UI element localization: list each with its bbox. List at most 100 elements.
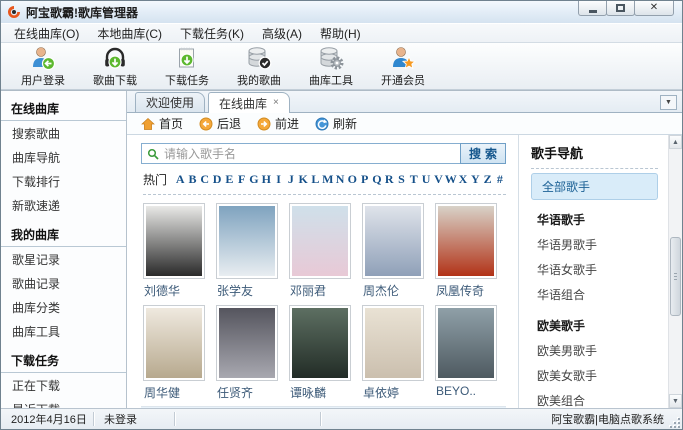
tab-list-dropdown-button[interactable]: ▼	[660, 95, 677, 110]
scrollbar-track[interactable]	[669, 149, 682, 394]
letter-filter[interactable]: Y	[469, 172, 481, 187]
letter-filter[interactable]: B	[186, 172, 198, 187]
library-tools-button[interactable]: 曲库工具	[295, 44, 367, 88]
artist-nav-item[interactable]: 欧美男歌手	[531, 339, 658, 362]
hot-filter[interactable]: 热门	[143, 171, 167, 188]
singer-photo[interactable]	[362, 305, 424, 381]
letter-filter[interactable]: X	[457, 172, 469, 187]
letter-filter[interactable]: N	[334, 172, 346, 187]
singer-name[interactable]: 卓依婷	[363, 384, 399, 401]
artist-nav-item[interactable]: 欧美歌手	[531, 314, 658, 337]
singer-name[interactable]: 凤凰传奇	[436, 282, 484, 299]
singer-photo[interactable]	[362, 203, 424, 279]
singer-card[interactable]: 谭咏麟	[287, 303, 360, 405]
artist-nav-item[interactable]: 欧美组合	[531, 389, 658, 408]
song-download-button[interactable]: 歌曲下载	[79, 44, 151, 88]
letter-filter[interactable]: P	[358, 172, 370, 187]
singer-card[interactable]: 刘德华	[141, 201, 214, 303]
scrollbar-thumb[interactable]	[670, 237, 681, 315]
letter-filter[interactable]: V	[432, 172, 444, 187]
singer-name[interactable]: 周华健	[144, 384, 180, 401]
artist-nav-item[interactable]: 华语组合	[531, 283, 658, 306]
letter-filter[interactable]: W	[445, 172, 457, 187]
letter-filter[interactable]: Z	[481, 172, 493, 187]
singer-card[interactable]: 周杰伦	[360, 201, 433, 303]
resize-grip[interactable]	[668, 416, 680, 428]
sidebar-item[interactable]: 搜索歌曲	[1, 121, 126, 145]
singer-card[interactable]: 卓依婷	[360, 303, 433, 405]
letter-filter[interactable]: H	[260, 172, 272, 187]
singer-photo[interactable]	[289, 305, 351, 381]
sidebar-item[interactable]: 歌曲记录	[1, 271, 126, 295]
singer-card[interactable]: 凤凰传奇	[433, 201, 506, 303]
singer-photo[interactable]	[435, 305, 497, 381]
refresh-button[interactable]: 刷新	[311, 113, 365, 134]
singer-card[interactable]: 邓丽君	[287, 201, 360, 303]
sidebar-item[interactable]: 曲库导航	[1, 145, 126, 169]
letter-filter[interactable]: O	[346, 172, 358, 187]
singer-photo[interactable]	[435, 203, 497, 279]
letter-filter[interactable]: S	[395, 172, 407, 187]
singer-photo[interactable]	[216, 305, 278, 381]
letter-filter[interactable]: F	[236, 172, 248, 187]
forward-button[interactable]: 前进	[253, 113, 307, 134]
letter-filter[interactable]: E	[223, 172, 235, 187]
tab-close-icon[interactable]: ×	[273, 98, 279, 108]
letter-filter[interactable]: T	[408, 172, 420, 187]
singer-card[interactable]: 任贤齐	[214, 303, 287, 405]
back-button[interactable]: 后退	[195, 113, 249, 134]
artist-nav-item[interactable]: 华语女歌手	[531, 258, 658, 281]
search-input[interactable]	[164, 147, 455, 161]
sidebar-item[interactable]: 下载排行	[1, 169, 126, 193]
letter-filter[interactable]: J	[285, 172, 297, 187]
letter-filter[interactable]: G	[248, 172, 260, 187]
singer-card[interactable]: 周华健	[141, 303, 214, 405]
sidebar-item[interactable]: 新歌速递	[1, 193, 126, 217]
my-songs-button[interactable]: 我的歌曲	[223, 44, 295, 88]
singer-photo[interactable]	[216, 203, 278, 279]
letter-filter[interactable]: M	[322, 172, 334, 187]
sidebar-item[interactable]: 曲库工具	[1, 319, 126, 343]
tab-welcome[interactable]: 欢迎使用	[135, 92, 205, 112]
scroll-up-icon[interactable]: ▲	[669, 135, 682, 149]
singer-name[interactable]: 谭咏麟	[290, 384, 326, 401]
minimize-button[interactable]	[578, 1, 607, 16]
menu-item[interactable]: 高级(A)	[253, 23, 311, 44]
tab-online-library[interactable]: 在线曲库 ×	[208, 92, 290, 113]
maximize-button[interactable]	[606, 1, 635, 16]
singer-name[interactable]: BEYO..	[436, 384, 476, 398]
menu-item[interactable]: 下载任务(K)	[171, 23, 253, 44]
singer-card[interactable]: BEYO..	[433, 303, 506, 405]
letter-filter[interactable]: C	[199, 172, 211, 187]
singer-photo[interactable]	[143, 203, 205, 279]
search-button[interactable]: 搜索	[460, 143, 506, 164]
menu-item[interactable]: 在线曲库(O)	[5, 23, 88, 44]
singer-photo[interactable]	[143, 305, 205, 381]
letter-filter[interactable]: I	[272, 172, 284, 187]
letter-filter[interactable]: L	[309, 172, 321, 187]
home-button[interactable]: 首页	[137, 113, 191, 134]
artist-nav-item[interactable]: 欧美女歌手	[531, 364, 658, 387]
singer-name[interactable]: 张学友	[217, 282, 253, 299]
menu-item[interactable]: 本地曲库(C)	[88, 23, 171, 44]
singer-name[interactable]: 周杰伦	[363, 282, 399, 299]
scroll-down-icon[interactable]: ▼	[669, 394, 682, 408]
artist-nav-item[interactable]: 全部歌手	[531, 173, 658, 200]
close-button[interactable]: ✕	[634, 1, 674, 16]
letter-filter[interactable]: A	[174, 172, 186, 187]
download-tasks-button[interactable]: 下载任务	[151, 44, 223, 88]
letter-filter[interactable]: D	[211, 172, 223, 187]
singer-name[interactable]: 邓丽君	[290, 282, 326, 299]
artist-nav-item[interactable]: 华语歌手	[531, 208, 658, 231]
letter-filter[interactable]: R	[383, 172, 395, 187]
letter-filter[interactable]: #	[494, 172, 506, 187]
letter-filter[interactable]: U	[420, 172, 432, 187]
sidebar-item[interactable]: 曲库分类	[1, 295, 126, 319]
singer-card[interactable]: 张学友	[214, 201, 287, 303]
sidebar-item[interactable]: 最近下载	[1, 397, 126, 408]
sidebar-item[interactable]: 歌星记录	[1, 247, 126, 271]
user-login-button[interactable]: 用户登录	[7, 44, 79, 88]
menu-item[interactable]: 帮助(H)	[311, 23, 370, 44]
vip-member-button[interactable]: 开通会员	[367, 44, 439, 88]
letter-filter[interactable]: Q	[371, 172, 383, 187]
